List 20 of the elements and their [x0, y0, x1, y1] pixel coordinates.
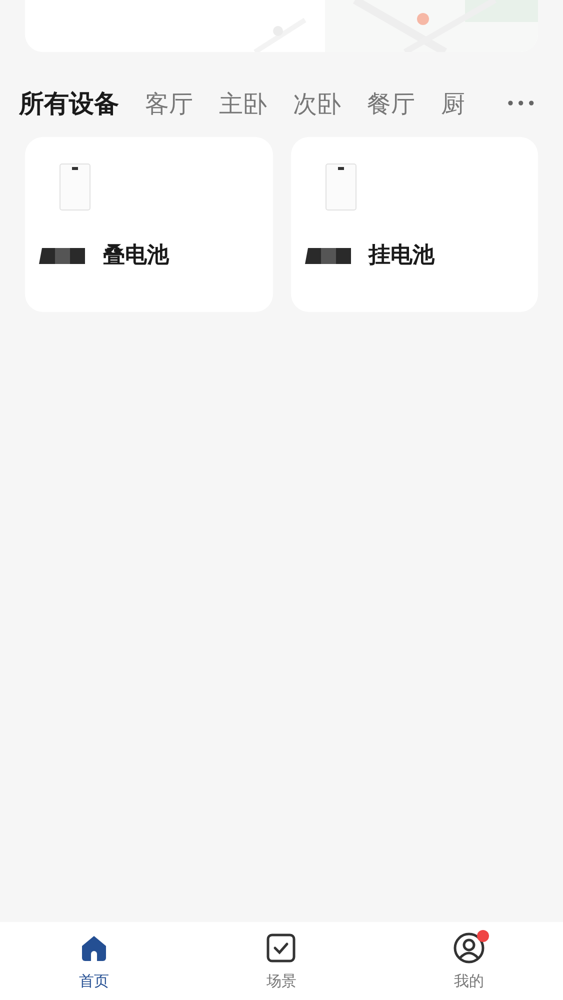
room-tab[interactable]: 厨 — [441, 86, 465, 122]
device-name: 叠电池 — [103, 242, 169, 270]
room-tab[interactable]: 客厅 — [145, 86, 193, 122]
room-tab[interactable]: 次卧 — [293, 86, 341, 122]
battery-device-icon — [324, 163, 356, 211]
device-name: 挂电池 — [368, 242, 434, 270]
checkbox-icon — [266, 933, 296, 963]
redaction-bar — [39, 248, 85, 264]
more-button[interactable]: ••• — [506, 92, 537, 116]
nav-tab[interactable]: 场景 — [188, 932, 376, 1000]
room-tab[interactable]: 餐厅 — [367, 86, 415, 122]
room-tab[interactable]: 所有设备 — [19, 85, 119, 123]
device-card[interactable]: 挂电池 — [290, 137, 538, 312]
user-icon — [453, 932, 486, 964]
redaction-bar — [304, 248, 350, 264]
nav-tab[interactable]: 我的 — [375, 932, 563, 1000]
battery-device-icon — [59, 163, 91, 211]
nav-tab[interactable]: 首页 — [0, 932, 188, 1000]
room-tab[interactable]: 主卧 — [219, 86, 267, 122]
device-card[interactable]: 叠电池 — [25, 137, 272, 312]
